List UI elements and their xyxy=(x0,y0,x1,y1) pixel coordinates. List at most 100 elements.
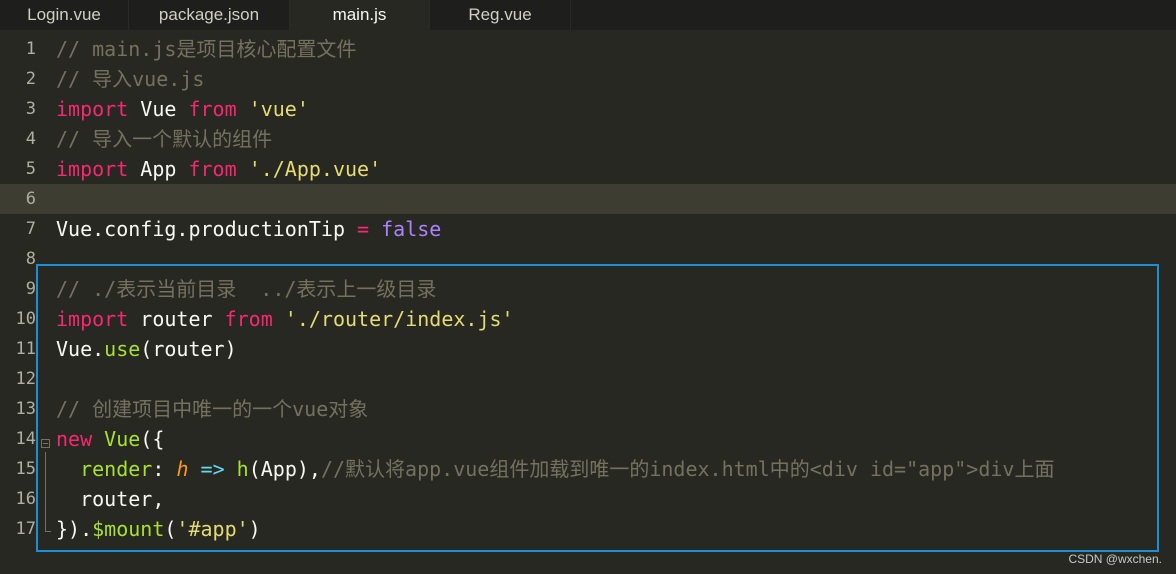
line-number: 17 xyxy=(15,519,36,539)
code-token: (App), xyxy=(248,457,321,481)
code-token: Vue xyxy=(104,427,141,451)
code-token: }). xyxy=(56,517,93,541)
code-token: // 导入vue.js xyxy=(56,67,205,91)
tab-main-js[interactable]: main.js xyxy=(290,0,430,30)
code-line[interactable]: 4 // 导入一个默认的组件 xyxy=(0,124,1176,154)
code-text: import Vue from 'vue' xyxy=(56,94,309,124)
code-token: router, xyxy=(56,487,165,511)
code-token: //默认将app.vue组件加载到唯一的index.html中的<div id=… xyxy=(320,457,1055,481)
code-text: // 导入一个默认的组件 xyxy=(56,124,272,154)
tab-label: main.js xyxy=(332,5,387,24)
code-line[interactable]: 1 // main.js是项目核心配置文件 xyxy=(0,34,1176,64)
code-token: App xyxy=(128,157,189,181)
tab-label: Reg.vue xyxy=(468,5,532,24)
code-line[interactable]: 9 // ./表示当前目录 ../表示上一级目录 xyxy=(0,274,1176,304)
code-token: import xyxy=(56,97,129,121)
line-number: 15 xyxy=(15,459,36,479)
code-text: // 创建项目中唯一的一个vue对象 xyxy=(56,394,368,424)
code-token: '#app' xyxy=(176,517,249,541)
code-token: h xyxy=(236,457,249,481)
code-token: './router/index.js' xyxy=(284,307,514,331)
code-token: import xyxy=(56,157,129,181)
code-text: Vue.use(router) xyxy=(56,334,237,364)
code-line[interactable]: 7 Vue.config.productionTip = false xyxy=(0,214,1176,244)
code-line[interactable]: 13 // 创建项目中唯一的一个vue对象 xyxy=(0,394,1176,424)
code-text: new Vue({ xyxy=(56,424,164,454)
line-number: 16 xyxy=(15,489,36,509)
code-line[interactable]: 10 import router from './router/index.js' xyxy=(0,304,1176,334)
code-token: router xyxy=(128,307,225,331)
tab-reg-vue[interactable]: Reg.vue xyxy=(430,0,571,30)
code-line[interactable]: 12 xyxy=(0,364,1176,394)
code-token: import xyxy=(56,307,129,331)
line-number: 10 xyxy=(15,309,36,329)
code-token: // 导入一个默认的组件 xyxy=(56,127,273,151)
code-text: }).$mount('#app') xyxy=(56,514,261,544)
code-token: ( xyxy=(164,517,177,541)
line-number: 4 xyxy=(25,129,36,149)
code-line[interactable]: 17}).$mount('#app') xyxy=(0,514,1176,544)
code-text: // main.js是项目核心配置文件 xyxy=(56,34,356,64)
code-line[interactable]: 2 // 导入vue.js xyxy=(0,64,1176,94)
watermark: CSDN @wxchen. xyxy=(1068,552,1162,566)
code-token: ) xyxy=(248,517,261,541)
code-token: from xyxy=(188,97,237,121)
line-number: 3 xyxy=(25,99,36,119)
code-token: new xyxy=(56,427,93,451)
code-token: // 创建项目中唯一的一个vue对象 xyxy=(56,397,369,421)
code-line[interactable]: 16 router, xyxy=(0,484,1176,514)
code-editor[interactable]: 1 // main.js是项目核心配置文件 2 // 导入vue.js 3 import … xyxy=(0,34,1176,574)
tab-package-json[interactable]: package.json xyxy=(129,0,290,30)
code-token: // ./表示当前目录 ../表示上一级目录 xyxy=(56,277,437,301)
code-line[interactable]: 5 import App from './App.vue' xyxy=(0,154,1176,184)
tab-login-vue[interactable]: Login.vue xyxy=(0,0,129,30)
line-number: 5 xyxy=(25,159,36,179)
code-token: h xyxy=(176,457,189,481)
code-text: // 导入vue.js xyxy=(56,64,204,94)
code-token: 'vue' xyxy=(248,97,309,121)
line-number: 14 xyxy=(15,429,36,449)
tab-label: package.json xyxy=(158,5,260,24)
code-text: // ./表示当前目录 ../表示上一级目录 xyxy=(56,274,436,304)
code-line[interactable]: 11 Vue.use(router) xyxy=(0,334,1176,364)
line-number: 12 xyxy=(15,369,36,389)
code-token: = xyxy=(357,217,370,241)
line-number: 13 xyxy=(15,399,36,419)
tab-label: Login.vue xyxy=(27,5,101,24)
code-token: Vue.config.productionTip xyxy=(56,217,358,241)
line-number: 2 xyxy=(25,69,36,89)
code-text: import router from './router/index.js' xyxy=(56,304,514,334)
code-text: render: h => h(App),//默认将app.vue组件加载到唯一的… xyxy=(56,454,1054,484)
code-token: => xyxy=(200,457,225,481)
code-line[interactable]: 14 new Vue({ xyxy=(0,424,1176,454)
code-line[interactable]: 3 import Vue from 'vue' xyxy=(0,94,1176,124)
line-number: 11 xyxy=(15,339,36,359)
line-number: 7 xyxy=(25,219,36,239)
code-text: Vue.config.productionTip = false xyxy=(56,214,441,244)
code-token: // main.js是项目核心配置文件 xyxy=(56,37,357,61)
code-token: : xyxy=(152,457,177,481)
tab-bar: Login.vue package.json main.js Reg.vue xyxy=(0,0,1176,30)
code-line[interactable]: 15 render: h => h(App),//默认将app.vue组件加载到… xyxy=(0,454,1176,484)
code-token: false xyxy=(381,217,442,241)
code-token: Vue xyxy=(128,97,189,121)
fold-guide-end xyxy=(45,531,51,532)
fold-guide-line xyxy=(45,452,46,532)
fold-toggle-icon[interactable] xyxy=(41,439,50,448)
code-token: use xyxy=(104,337,141,361)
code-token: render xyxy=(80,457,153,481)
line-number: 1 xyxy=(25,39,36,59)
line-number: 8 xyxy=(25,249,36,269)
code-token: ({ xyxy=(140,427,165,451)
line-number: 6 xyxy=(25,189,36,209)
code-token: $mount xyxy=(92,517,165,541)
code-line[interactable]: 6 xyxy=(0,184,1176,214)
code-line[interactable]: 8 xyxy=(0,244,1176,274)
code-token: './App.vue' xyxy=(248,157,382,181)
